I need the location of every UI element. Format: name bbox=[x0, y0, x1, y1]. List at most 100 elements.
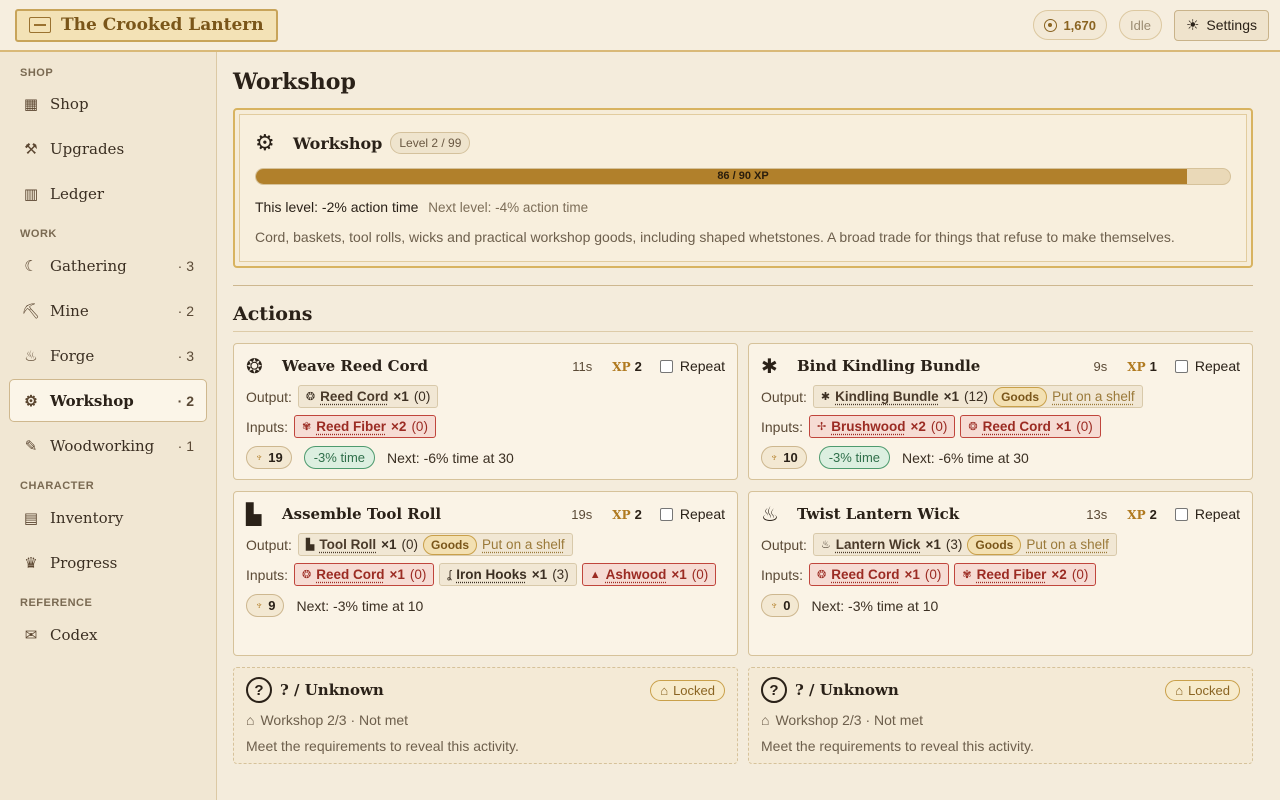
xp-label: XP bbox=[612, 507, 631, 522]
action-card-twist-lantern-wick[interactable]: ♨ Twist Lantern Wick 13s XP 2 Repeat Outp… bbox=[748, 491, 1253, 656]
input-chip[interactable]: ❂ Reed Cord ×1 (0) bbox=[294, 563, 435, 586]
sidebar-item-label: Ledger bbox=[50, 184, 105, 203]
put-on-shelf-link[interactable]: Put on a shelf bbox=[482, 537, 565, 552]
sidebar-item-label: Workshop bbox=[50, 391, 134, 410]
output-label: Output: bbox=[246, 536, 292, 553]
tool-roll-icon: ▙ bbox=[305, 539, 315, 551]
inputs-label: Inputs: bbox=[761, 418, 804, 435]
put-on-shelf-link[interactable]: Put on a shelf bbox=[1026, 537, 1109, 552]
sidebar-item-workshop[interactable]: ⚙ Workshop · 2 bbox=[9, 379, 207, 422]
shelves-icon: ▤ bbox=[23, 508, 39, 527]
action-name: ? / Unknown bbox=[280, 681, 384, 699]
item-owned: (0) bbox=[930, 419, 948, 434]
reed-fiber-icon: ✾ bbox=[302, 421, 312, 433]
goods-badge: Goods bbox=[423, 534, 478, 555]
sidebar-item-gathering[interactable]: ☾ Gathering · 3 bbox=[9, 244, 207, 287]
sidebar-item-forge[interactable]: ♨ Forge · 3 bbox=[9, 334, 207, 377]
sidebar-item-progress[interactable]: ♛ Progress bbox=[9, 541, 207, 584]
output-label: Output: bbox=[761, 388, 807, 405]
mastery-value: 9 bbox=[268, 598, 276, 613]
repeat-toggle[interactable]: Repeat bbox=[659, 506, 725, 522]
reed-cord-icon: ❂ bbox=[817, 569, 827, 581]
next-bonus: Next: -3% time at 10 bbox=[296, 597, 424, 614]
input-chip[interactable]: ʆ Iron Hooks ×1 (3) bbox=[439, 563, 577, 586]
repeat-toggle[interactable]: Repeat bbox=[659, 358, 725, 374]
action-card-assemble-tool-roll[interactable]: ▙ Assemble Tool Roll 19s XP 2 Repeat Outp… bbox=[233, 491, 738, 656]
nav-section-work: WORK bbox=[20, 228, 57, 240]
output-chip[interactable]: ▙ Tool Roll ×1 (0) Goods Put on a shelf bbox=[297, 533, 573, 556]
input-chip[interactable]: ✢ Brushwood ×2 (0) bbox=[809, 415, 956, 438]
input-chip[interactable]: ✾ Reed Fiber ×2 (0) bbox=[954, 563, 1097, 586]
action-name: ? / Unknown bbox=[795, 681, 899, 699]
inputs-label: Inputs: bbox=[246, 566, 289, 583]
brushwood-icon: ✢ bbox=[817, 421, 827, 433]
repeat-checkbox[interactable] bbox=[1174, 359, 1188, 373]
action-time: 11s bbox=[572, 358, 593, 374]
sidebar-item-label: Progress bbox=[50, 553, 118, 572]
item-owned: (0) bbox=[1071, 567, 1089, 582]
sidebar-item-ledger[interactable]: ▥ Ledger bbox=[9, 172, 207, 215]
item-name: Kindling Bundle bbox=[835, 389, 939, 404]
settings-button[interactable]: ☀ Settings bbox=[1173, 9, 1269, 41]
repeat-checkbox[interactable] bbox=[659, 359, 673, 373]
locked-action-card: ? ? / Unknown ⌂ Locked ⌂ Workshop 2/3 · No… bbox=[233, 667, 738, 764]
mastery-count: ♆ 0 bbox=[761, 594, 800, 617]
put-on-shelf-link[interactable]: Put on a shelf bbox=[1052, 389, 1135, 404]
sidebar-item-mine[interactable]: ⛏ Mine · 2 bbox=[9, 289, 207, 332]
skill-description: Cord, baskets, tool rolls, wicks and pra… bbox=[255, 229, 1175, 245]
output-chip[interactable]: ❂ Reed Cord ×1 (0) bbox=[297, 385, 439, 408]
input-chip[interactable]: ✾ Reed Fiber ×2 (0) bbox=[294, 415, 436, 438]
sidebar-item-woodworking[interactable]: ✎ Woodworking · 1 bbox=[9, 424, 207, 467]
requirement-text: Workshop 2/3 · Not met bbox=[775, 712, 924, 728]
item-owned: (0) bbox=[413, 389, 431, 404]
output-chip[interactable]: ♨ Lantern Wick ×1 (3) Goods Put on a she… bbox=[812, 533, 1117, 556]
item-name: Reed Fiber bbox=[976, 567, 1047, 582]
gear-icon: ☀ bbox=[1185, 16, 1200, 34]
top-bar: The Crooked Lantern 1,670 Idle ☀ Setting… bbox=[0, 0, 1280, 52]
lock-icon: ⌂ bbox=[246, 712, 255, 728]
mastery-value: 10 bbox=[783, 450, 798, 465]
item-name: Reed Cord bbox=[320, 389, 389, 404]
item-name: Brushwood bbox=[831, 419, 906, 434]
app-brand[interactable]: The Crooked Lantern bbox=[15, 8, 278, 42]
output-chip[interactable]: ✱ Kindling Bundle ×1 (12) Goods Put on a… bbox=[812, 385, 1143, 408]
item-name: Tool Roll bbox=[319, 537, 377, 552]
sidebar-item-count: · 3 bbox=[177, 257, 194, 274]
pickaxe-icon: ⛏ bbox=[21, 301, 41, 320]
item-owned: (0) bbox=[401, 537, 419, 552]
action-xp: XP 2 bbox=[612, 359, 642, 374]
question-mark-icon: ? bbox=[246, 677, 272, 703]
xp-progress-text: 86 / 90 XP bbox=[717, 170, 769, 182]
item-owned: (0) bbox=[924, 567, 942, 582]
output-label: Output: bbox=[246, 388, 292, 405]
sidebar-item-inventory[interactable]: ▤ Inventory bbox=[9, 496, 207, 539]
mastery-value: 19 bbox=[268, 450, 283, 465]
nav-section-reference: REFERENCE bbox=[20, 597, 93, 609]
sidebar-item-shop[interactable]: ▦ Shop bbox=[9, 82, 207, 125]
xp-value: 1 bbox=[1149, 358, 1157, 374]
repeat-toggle[interactable]: Repeat bbox=[1174, 358, 1240, 374]
requirement-note: Meet the requirements to reveal this act… bbox=[246, 738, 519, 754]
action-name: Assemble Tool Roll bbox=[282, 505, 442, 523]
input-chip[interactable]: ❂ Reed Cord ×1 (0) bbox=[809, 563, 950, 586]
item-name: Reed Cord bbox=[982, 419, 1051, 434]
repeat-checkbox[interactable] bbox=[1174, 507, 1188, 521]
sidebar-item-label: Forge bbox=[50, 346, 95, 365]
sidebar-item-codex[interactable]: ✉ Codex bbox=[9, 613, 207, 656]
lock-icon: ⌂ bbox=[660, 682, 669, 698]
input-chip[interactable]: ❂ Reed Cord ×1 (0) bbox=[960, 415, 1101, 438]
locked-badge: ⌂ Locked bbox=[650, 679, 725, 701]
output-label: Output: bbox=[761, 536, 807, 553]
level-badge: Level 2 / 99 bbox=[390, 132, 471, 154]
action-card-bind-kindling-bundle[interactable]: ✱ Bind Kindling Bundle 9s XP 1 Repeat Out… bbox=[748, 343, 1253, 480]
input-chip[interactable]: ▲ Ashwood ×1 (0) bbox=[581, 563, 717, 586]
repeat-toggle[interactable]: Repeat bbox=[1174, 506, 1240, 522]
sidebar-item-upgrades[interactable]: ⚒ Upgrades bbox=[9, 127, 207, 170]
action-xp: XP 2 bbox=[1127, 507, 1157, 522]
repeat-checkbox[interactable] bbox=[659, 507, 673, 521]
action-card-weave-reed-cord[interactable]: ❂ Weave Reed Cord 11s XP 2 Repeat Output:… bbox=[233, 343, 738, 480]
medal-icon: ♛ bbox=[24, 553, 38, 572]
item-owned: (3) bbox=[945, 537, 963, 552]
page-title: Workshop bbox=[233, 69, 356, 95]
mastery-count: ♆ 19 bbox=[246, 446, 292, 469]
